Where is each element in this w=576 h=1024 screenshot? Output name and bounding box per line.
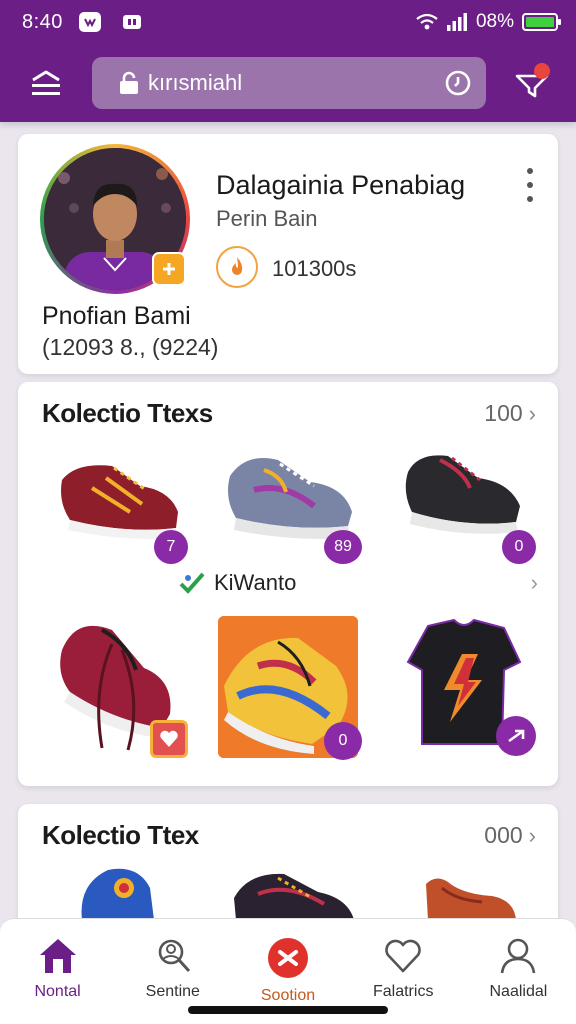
clock-icon[interactable] bbox=[444, 69, 472, 97]
shoe-item-red[interactable] bbox=[56, 442, 186, 542]
battery-percent: 08% bbox=[475, 11, 514, 32]
nav-label: Sootion bbox=[260, 987, 316, 1004]
nav-home[interactable]: Nontal bbox=[0, 919, 115, 1024]
notification-dot bbox=[534, 63, 550, 79]
favorite-heart-icon[interactable] bbox=[150, 720, 188, 758]
chevron-right-icon[interactable]: › bbox=[531, 570, 538, 596]
nav-label: Nontal bbox=[34, 983, 81, 1000]
app-header: kırısmiahl bbox=[0, 44, 576, 122]
search-bar[interactable]: kırısmiahl bbox=[92, 57, 486, 109]
menu-button[interactable] bbox=[26, 63, 66, 103]
search-people-icon bbox=[158, 939, 190, 973]
notifications-button[interactable] bbox=[512, 63, 552, 103]
profile-title: Dalagainia Penabiag bbox=[216, 170, 466, 200]
profile-name: Pnofian Bami bbox=[42, 302, 191, 330]
profile-meta: (12093 8., (9224) bbox=[42, 334, 219, 360]
sub-collection-label: KiWanto bbox=[214, 570, 297, 595]
collection-count: 100 bbox=[484, 400, 523, 426]
sub-collection-link[interactable]: KiWanto bbox=[178, 570, 296, 596]
more-options-icon[interactable] bbox=[524, 168, 536, 202]
chevron-right-icon: › bbox=[528, 822, 536, 848]
collection-card: Kolectio Ttexs 100 › 7 89 0 KiWanto › 0 bbox=[18, 382, 558, 786]
battery-icon bbox=[522, 13, 561, 31]
stat-value: 101300s bbox=[272, 256, 357, 281]
item-badge: 0 bbox=[324, 722, 362, 760]
collection-title: Kolectio Ttexs bbox=[42, 398, 213, 428]
collection-title: Kolectio Ttex bbox=[42, 820, 199, 850]
shoe-item-blue[interactable] bbox=[78, 864, 158, 920]
verified-badge-icon bbox=[152, 252, 186, 286]
chevron-right-icon: › bbox=[528, 400, 536, 426]
home-icon bbox=[39, 939, 76, 973]
wifi-icon bbox=[416, 13, 438, 30]
shoe-item-dark[interactable] bbox=[228, 868, 358, 920]
fire-icon bbox=[216, 246, 258, 288]
shoe-item-grey[interactable] bbox=[224, 446, 356, 542]
notification-app-icon bbox=[78, 12, 101, 32]
profile-card: Dalagainia Penabiag Perin Bain 101300s P… bbox=[18, 134, 558, 374]
profile-icon bbox=[501, 938, 536, 974]
collection-count-link[interactable]: 000 › bbox=[484, 822, 536, 849]
menu-icon bbox=[32, 70, 60, 95]
heart-icon bbox=[385, 939, 421, 973]
home-indicator[interactable] bbox=[188, 1006, 388, 1014]
nav-profile[interactable]: Naalidal bbox=[461, 919, 576, 1024]
item-badge: 0 bbox=[502, 530, 536, 564]
collection-count-link[interactable]: 100 › bbox=[484, 400, 536, 427]
shoe-item-black[interactable] bbox=[404, 442, 524, 542]
collection-count: 000 bbox=[484, 822, 523, 848]
item-badge: 7 bbox=[154, 530, 188, 564]
message-app-icon bbox=[122, 15, 141, 29]
shoe-item-orange[interactable] bbox=[422, 874, 518, 920]
status-time: 8:40 bbox=[22, 10, 63, 33]
item-badge: 89 bbox=[324, 530, 362, 564]
status-bar: 8:40 08% bbox=[0, 0, 576, 44]
lock-icon bbox=[120, 71, 138, 94]
share-arrow-icon[interactable] bbox=[496, 716, 536, 756]
checkmark-icon bbox=[179, 572, 205, 594]
search-input-text[interactable]: kırısmiahl bbox=[148, 70, 444, 96]
close-circle-icon bbox=[268, 938, 308, 978]
nav-label: Falatrics bbox=[372, 983, 434, 1000]
profile-subtitle: Perin Bain bbox=[216, 206, 318, 231]
nav-label: Naalidal bbox=[489, 983, 548, 1000]
signal-icon bbox=[446, 13, 467, 31]
nav-label: Sentine bbox=[145, 983, 200, 1000]
